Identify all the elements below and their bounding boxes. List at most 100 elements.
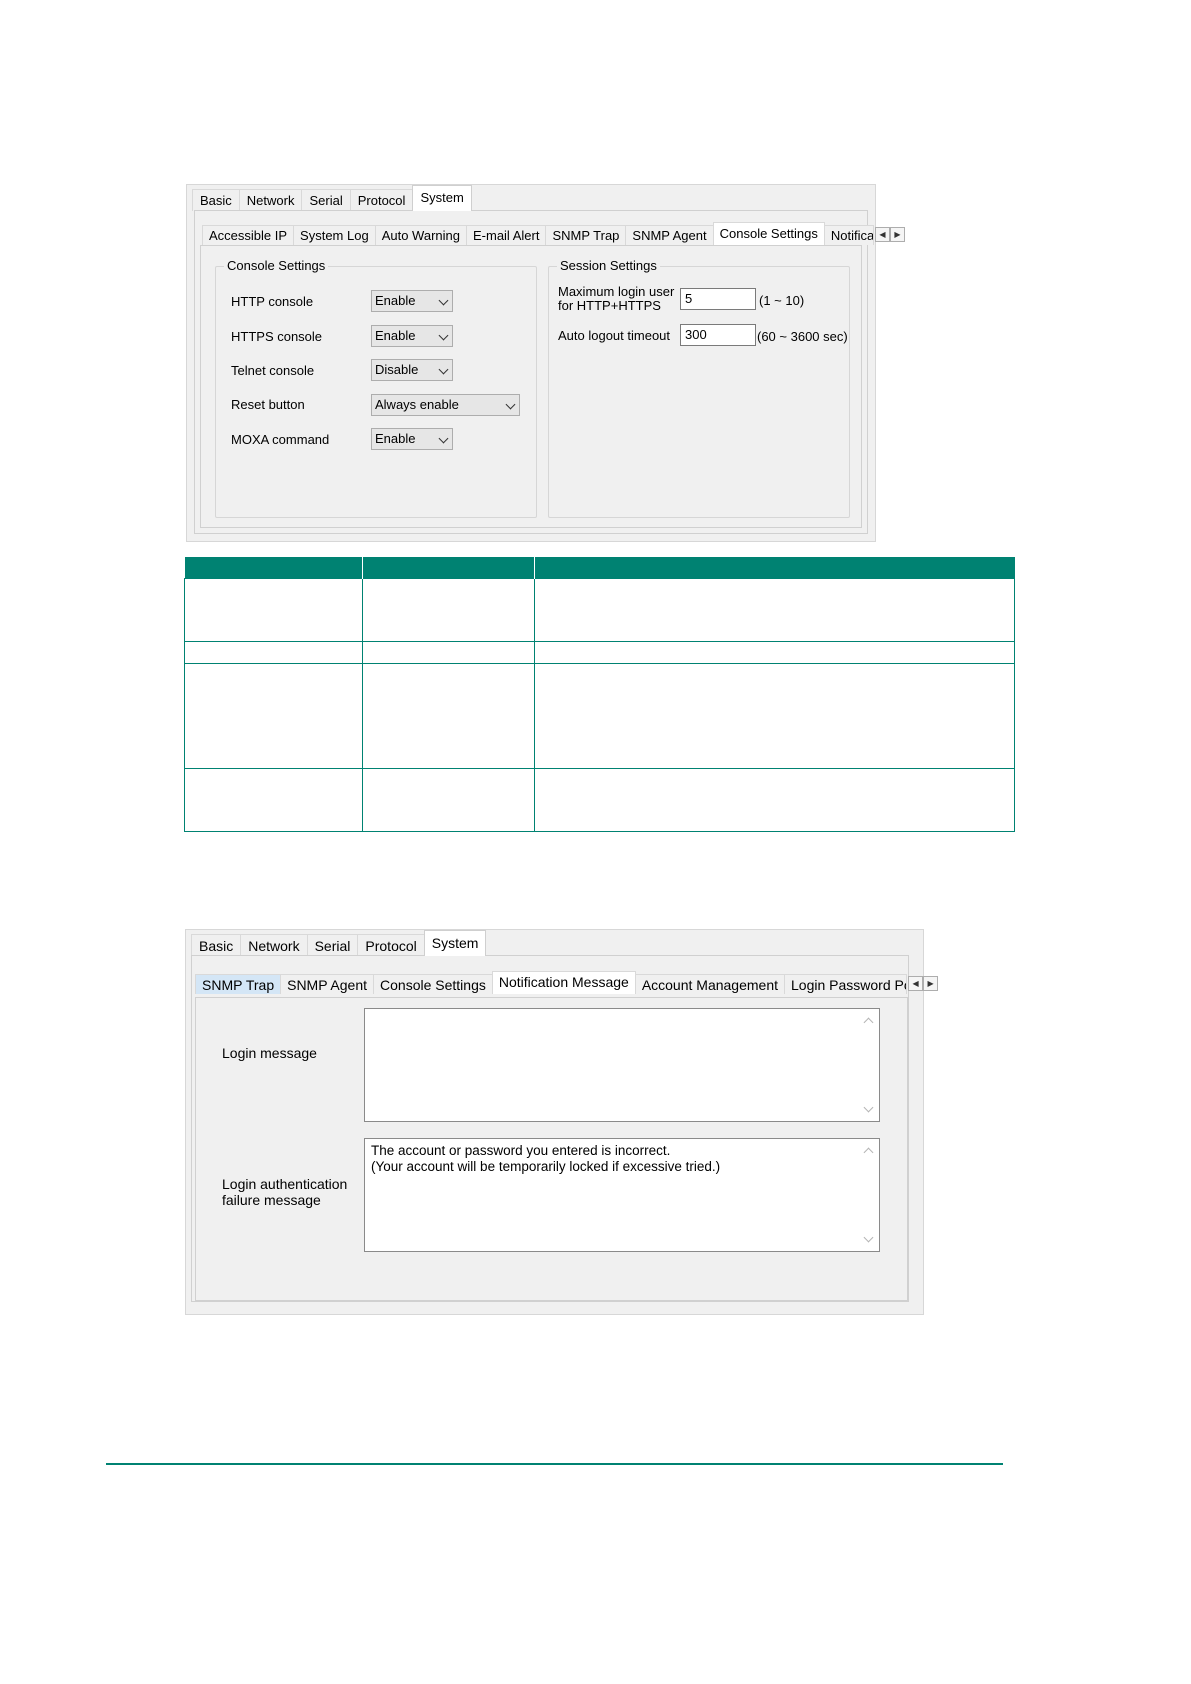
login-failure-textarea[interactable]: The account or password you entered is i… xyxy=(364,1138,880,1252)
moxa-command-select[interactable]: Enable xyxy=(371,428,453,450)
subtab-email-alert[interactable]: E-mail Alert xyxy=(465,225,547,245)
table-cell xyxy=(184,578,363,642)
sub-tab-bar: Accessible IP System Log Auto Warning E-… xyxy=(202,222,905,245)
textarea-scrollbar[interactable] xyxy=(859,1139,879,1251)
table-cell xyxy=(184,663,363,769)
subtab-notification[interactable]: Notifica xyxy=(823,225,874,245)
system-page: SNMP Trap SNMP Agent Console Settings No… xyxy=(191,955,939,1302)
max-login-label: Maximum login user for HTTP+HTTPS xyxy=(558,284,675,313)
table-header-cell xyxy=(184,557,363,579)
subtab-snmp-agent[interactable]: SNMP Agent xyxy=(280,974,375,994)
tab-serial[interactable]: Serial xyxy=(301,189,351,211)
session-settings-group: Session Settings Maximum login user for … xyxy=(548,258,850,518)
subtab-snmp-agent[interactable]: SNMP Agent xyxy=(625,225,714,245)
notification-message-window: Basic Network Serial Protocol System SNM… xyxy=(185,929,939,1315)
tab-basic[interactable]: Basic xyxy=(191,934,242,956)
max-login-range: (1 ~ 10) xyxy=(759,293,805,308)
telnet-console-value: Disable xyxy=(375,362,419,377)
tab-network[interactable]: Network xyxy=(238,189,303,211)
table-row xyxy=(184,641,1015,664)
tab-protocol[interactable]: Protocol xyxy=(357,934,425,956)
reset-button-value: Always enable xyxy=(375,397,459,412)
chevron-down-icon xyxy=(438,433,449,444)
session-settings-group-title: Session Settings xyxy=(557,258,660,273)
login-message-textarea[interactable] xyxy=(364,1008,880,1122)
subtab-login-password-policy[interactable]: Login Password Polic xyxy=(784,974,908,994)
scroll-left-icon[interactable]: ◀ xyxy=(908,975,924,991)
settings-table xyxy=(184,557,1015,832)
tab-network[interactable]: Network xyxy=(240,934,308,956)
sub-tab-bar: SNMP Trap SNMP Agent Console Settings No… xyxy=(195,971,939,994)
console-settings-window: Basic Network Serial Protocol System Acc… xyxy=(186,184,905,542)
subtab-auto-warning[interactable]: Auto Warning xyxy=(374,225,467,245)
https-console-label: HTTPS console xyxy=(231,329,323,344)
login-failure-label: Login authentication failure message xyxy=(222,1176,348,1208)
moxa-command-label: MOXA command xyxy=(231,432,330,447)
subtab-snmp-trap[interactable]: SNMP Trap xyxy=(195,974,282,994)
scroll-down-icon[interactable] xyxy=(863,1102,874,1113)
table-cell xyxy=(362,641,535,664)
system-page: Accessible IP System Log Auto Warning E-… xyxy=(194,210,905,534)
moxa-command-value: Enable xyxy=(375,431,416,446)
chevron-down-icon xyxy=(438,295,449,306)
table-cell xyxy=(534,663,1015,769)
http-console-select[interactable]: Enable xyxy=(371,290,453,312)
reset-button-select[interactable]: Always enable xyxy=(371,394,520,416)
subtab-snmp-trap[interactable]: SNMP Trap xyxy=(545,225,627,245)
footer-rule xyxy=(106,1463,1003,1465)
table-cell xyxy=(362,768,535,832)
tab-system[interactable]: System xyxy=(412,185,472,211)
notification-message-page: Login message Login authentication failu… xyxy=(195,997,908,1301)
tab-serial[interactable]: Serial xyxy=(306,934,359,956)
scroll-left-icon[interactable]: ◀ xyxy=(874,226,890,242)
scroll-up-icon[interactable] xyxy=(863,1017,874,1028)
table-header-cell xyxy=(534,557,1015,579)
tab-system[interactable]: System xyxy=(423,930,487,956)
auto-logout-input[interactable]: 300 xyxy=(680,324,756,346)
table-row xyxy=(184,768,1015,832)
table-header-row xyxy=(184,557,1015,579)
subtab-accessible-ip[interactable]: Accessible IP xyxy=(202,225,295,245)
console-settings-page: Console Settings HTTP console Enable HTT… xyxy=(200,245,862,528)
auto-logout-label: Auto logout timeout xyxy=(558,328,671,343)
console-settings-group-title: Console Settings xyxy=(224,258,329,273)
auto-logout-range: (60 ~ 3600 sec) xyxy=(757,329,848,344)
telnet-console-select[interactable]: Disable xyxy=(371,359,453,381)
table-cell xyxy=(534,768,1015,832)
table-cell xyxy=(184,768,363,832)
table-cell xyxy=(534,641,1015,664)
chevron-down-icon xyxy=(438,364,449,375)
scroll-right-icon[interactable]: ▶ xyxy=(923,975,939,991)
table-cell xyxy=(534,578,1015,642)
textarea-scrollbar[interactable] xyxy=(859,1009,879,1121)
telnet-console-label: Telnet console xyxy=(231,363,315,378)
subtab-notification-message[interactable]: Notification Message xyxy=(491,971,636,994)
tab-scroll-arrows: ◀ ▶ xyxy=(908,975,939,991)
max-login-input[interactable]: 5 xyxy=(680,288,756,310)
table-row xyxy=(184,578,1015,642)
https-console-select[interactable]: Enable xyxy=(371,325,453,347)
scroll-down-icon[interactable] xyxy=(863,1232,874,1243)
http-console-label: HTTP console xyxy=(231,294,314,309)
http-console-value: Enable xyxy=(375,293,416,308)
table-row xyxy=(184,663,1015,769)
login-message-label: Login message xyxy=(222,1045,317,1061)
reset-button-label: Reset button xyxy=(231,397,305,412)
table-cell xyxy=(362,578,535,642)
table-cell xyxy=(184,641,363,664)
top-tab-bar: Basic Network Serial Protocol System xyxy=(191,930,487,956)
https-console-value: Enable xyxy=(375,328,416,343)
subtab-console-settings[interactable]: Console Settings xyxy=(373,974,493,994)
scroll-right-icon[interactable]: ▶ xyxy=(889,226,905,242)
scroll-up-icon[interactable] xyxy=(863,1147,874,1158)
subtab-console-settings[interactable]: Console Settings xyxy=(712,222,825,245)
tab-basic[interactable]: Basic xyxy=(192,189,240,211)
table-header-cell xyxy=(362,557,535,579)
table-cell xyxy=(362,663,535,769)
subtab-account-management[interactable]: Account Management xyxy=(634,974,786,994)
tab-protocol[interactable]: Protocol xyxy=(349,189,414,211)
subtab-system-log[interactable]: System Log xyxy=(293,225,376,245)
console-settings-group: Console Settings HTTP console Enable HTT… xyxy=(215,258,537,518)
top-tab-bar: Basic Network Serial Protocol System xyxy=(192,185,472,211)
chevron-down-icon xyxy=(438,330,449,341)
